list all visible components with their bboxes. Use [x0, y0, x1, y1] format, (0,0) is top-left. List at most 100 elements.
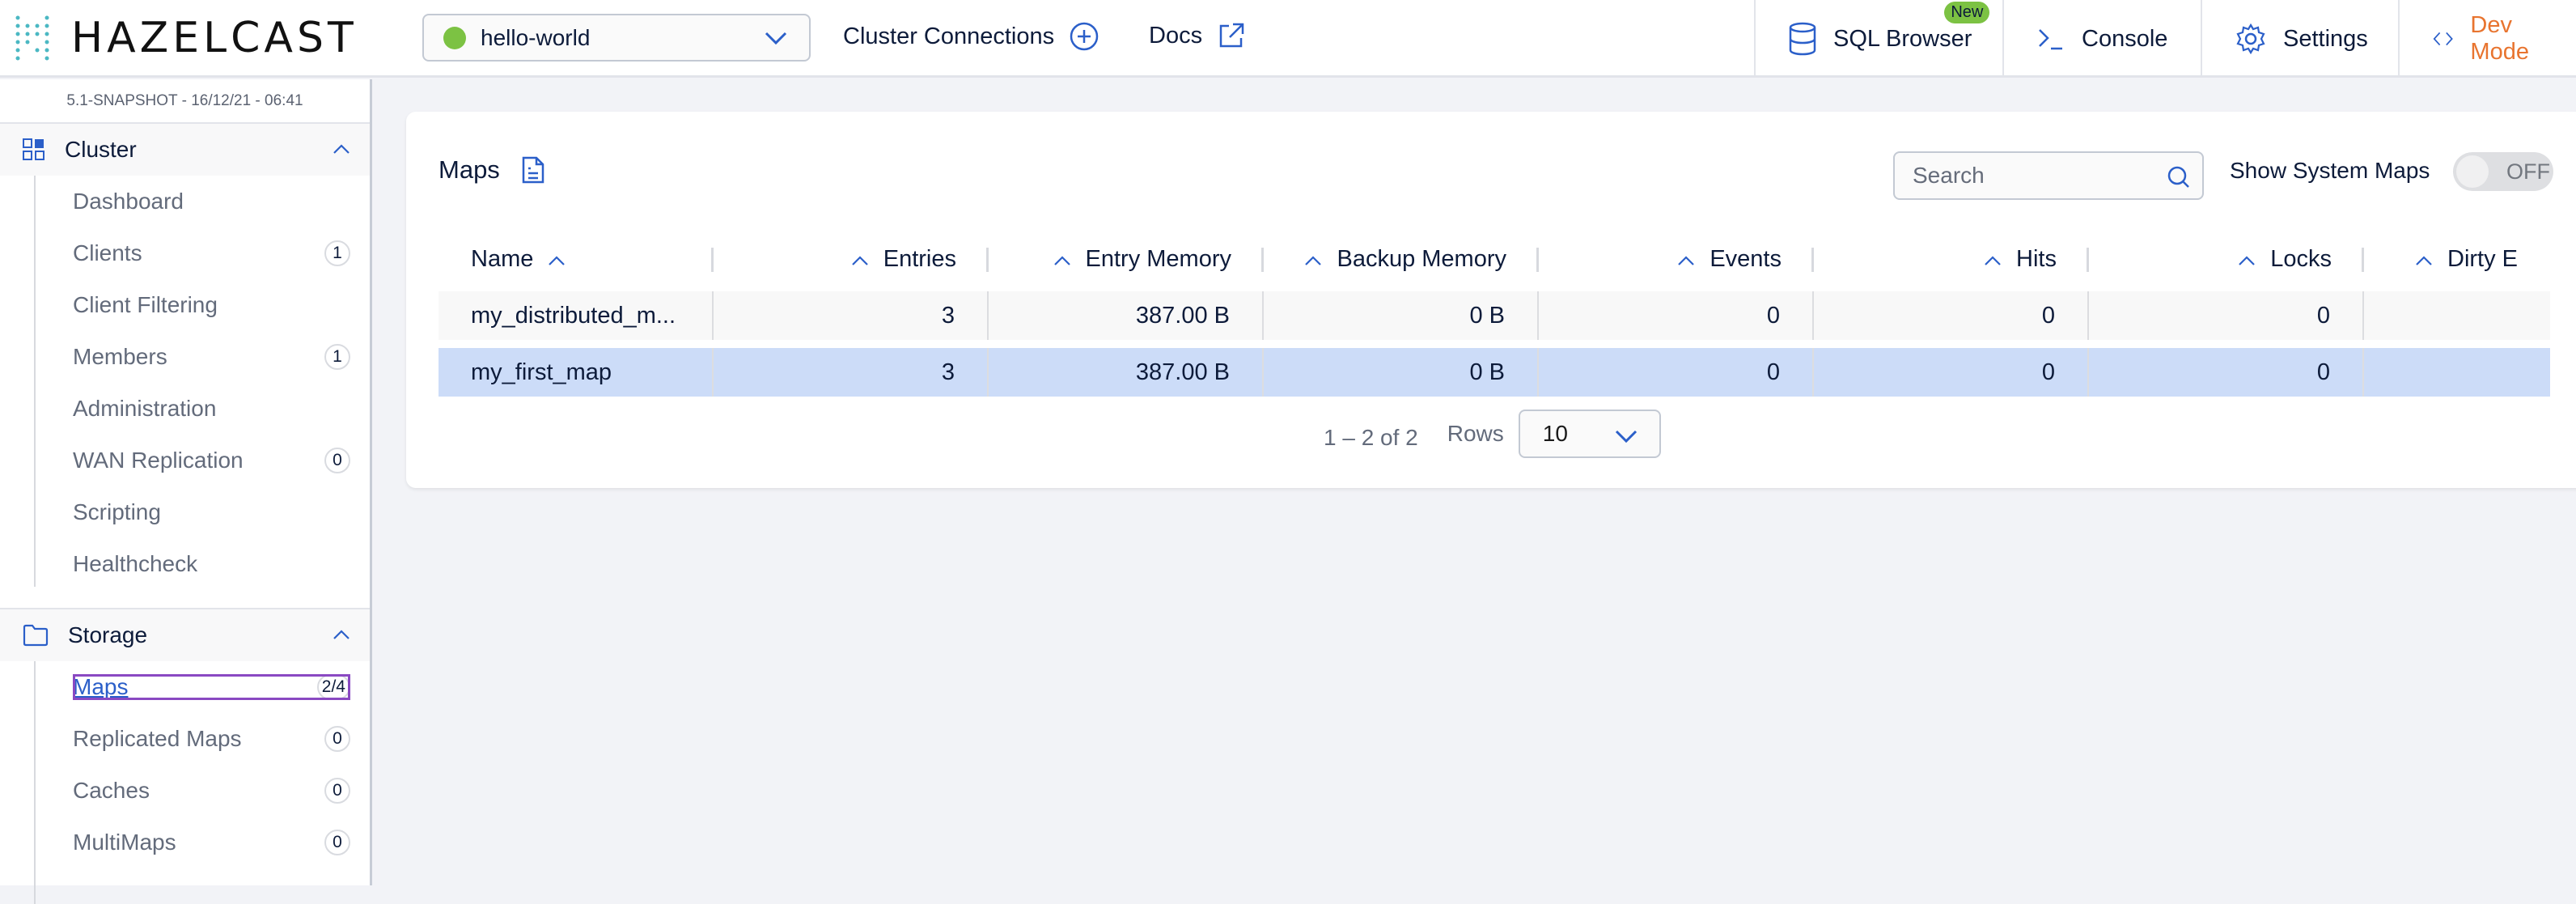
brand-logo[interactable]: HAZELCAST [11, 13, 358, 63]
sidebar-item-administration[interactable]: Administration [73, 383, 370, 435]
column-header-entries[interactable]: Entries [714, 235, 989, 283]
sql-browser-button[interactable]: SQL Browser New [1754, 0, 2004, 78]
table-cell-dirty-e [2364, 291, 2550, 340]
table-row[interactable]: my_distributed_m... 3 387.00 B0 B000 [439, 291, 2550, 340]
sidebar-item-label: Replicated Maps [73, 726, 242, 751]
hazelcast-logo-icon [15, 15, 49, 61]
sidebar-section-label: Storage [68, 622, 148, 647]
sidebar-item-caches[interactable]: Caches 0 [73, 765, 370, 817]
sidebar-item-members[interactable]: Members 1 [73, 331, 370, 383]
version-label: 5.1-SNAPSHOT - 16/12/21 - 06:41 [0, 79, 370, 124]
sort-ascending-icon [1053, 246, 1071, 273]
sidebar-item-label: WAN Replication [73, 448, 244, 473]
sidebar-section-cluster[interactable]: Cluster [0, 124, 370, 176]
brand-name: HAZELCAST [71, 14, 358, 62]
document-icon[interactable] [521, 155, 545, 185]
chevron-down-icon [765, 32, 787, 45]
sort-ascending-icon [548, 246, 566, 273]
sidebar-item-label: Administration [73, 396, 217, 421]
sql-browser-label: SQL Browser [1833, 25, 1972, 52]
sidebar-item-multimaps[interactable]: MultiMaps 0 [73, 817, 370, 868]
column-header-events[interactable]: Events [1539, 235, 1814, 283]
sidebar-section-label: Cluster [65, 137, 137, 162]
terminal-icon [2039, 29, 2062, 50]
toggle-knob [2456, 155, 2489, 188]
sidebar-item-scripting[interactable]: Scripting [73, 486, 370, 538]
database-icon [1789, 22, 1816, 56]
docs-link[interactable]: Docs [1149, 21, 1246, 50]
console-button[interactable]: Console [2002, 0, 2200, 78]
rows-per-page-value: 10 [1542, 421, 1568, 446]
table-cell-locks: 0 [2089, 291, 2364, 340]
sidebar: 5.1-SNAPSHOT - 16/12/21 - 06:41 Cluster … [0, 79, 372, 904]
dev-mode-button[interactable]: Dev Mode [2398, 0, 2576, 78]
table-cell-events: 0 [1539, 291, 1814, 340]
column-header-backup-memory[interactable]: Backup Memory [1264, 235, 1539, 283]
sidebar-item-replicated-maps[interactable]: Replicated Maps 0 [73, 713, 370, 765]
sort-ascending-icon [1304, 246, 1322, 273]
rows-per-page-select[interactable]: 10 [1518, 410, 1661, 458]
sidebar-item-label: MultiMaps [73, 830, 176, 855]
column-header-dirty-e[interactable]: Dirty E [2364, 235, 2550, 283]
sidebar-item-clients[interactable]: Clients 1 [73, 227, 370, 279]
sort-ascending-icon [1984, 246, 2002, 273]
count-badge: 0 [324, 726, 350, 752]
table-cell-entry-memory: 387.00 B [989, 291, 1264, 340]
column-header-label: Hits [2016, 245, 2057, 272]
column-header-label: Name [471, 245, 534, 272]
pagination-range: 1 – 2 of 2 [1324, 425, 1418, 450]
maps-table: Name Entries Entry Memory Backup Memory Even… [439, 235, 2550, 397]
sidebar-item-dashboard[interactable]: Dashboard [73, 176, 370, 227]
sidebar-item-client-filtering[interactable]: Client Filtering [73, 279, 370, 331]
new-badge: New [1944, 2, 1990, 23]
table-cell-name[interactable]: my_first_map [439, 348, 714, 397]
sidebar-item-label: Client Filtering [73, 292, 218, 317]
cluster-connections-link[interactable]: Cluster Connections [843, 21, 1099, 52]
settings-label: Settings [2283, 25, 2368, 52]
sidebar-item-label: Dashboard [73, 189, 184, 214]
sidebar-item-label: Healthcheck [73, 551, 198, 576]
column-header-label: Locks [2270, 245, 2332, 272]
sidebar-item-label: Caches [73, 778, 150, 803]
count-badge: 0 [324, 778, 350, 804]
page-title-text: Maps [439, 155, 500, 184]
top-bar: HAZELCAST hello-world Cluster Connection… [0, 0, 2576, 78]
focus-outline [73, 674, 350, 700]
chevron-up-icon [333, 630, 350, 639]
sidebar-item-maps[interactable]: Maps 2/4 [73, 661, 370, 713]
cluster-submenu: Dashboard Clients 1 Client Filtering Memb… [0, 176, 370, 590]
table-cell-dirty-e [2364, 348, 2550, 397]
show-system-maps-toggle[interactable]: OFF [2453, 152, 2553, 191]
column-header-label: Events [1710, 245, 1782, 272]
table-header: Name Entries Entry Memory Backup Memory Even… [439, 235, 2550, 283]
table-cell-hits: 0 [1814, 291, 2089, 340]
column-header-label: Entry Memory [1085, 245, 1231, 272]
settings-button[interactable]: Settings [2201, 0, 2400, 78]
sidebar-item-wan-replication[interactable]: WAN Replication 0 [73, 435, 370, 486]
column-header-locks[interactable]: Locks [2089, 235, 2364, 283]
column-header-name[interactable]: Name [439, 235, 714, 283]
sort-ascending-icon [2415, 246, 2433, 273]
page-title: Maps [439, 155, 545, 185]
sidebar-section-storage[interactable]: Storage [0, 609, 370, 661]
column-header-entry-memory[interactable]: Entry Memory [989, 235, 1264, 283]
search-input[interactable] [1913, 163, 2155, 189]
sort-ascending-icon [851, 246, 869, 273]
cluster-selector[interactable]: hello-world [422, 14, 811, 62]
count-badge: 0 [324, 448, 350, 473]
show-system-maps-label: Show System Maps [2230, 158, 2430, 183]
dashboard-grid-icon [23, 138, 44, 160]
table-row[interactable]: my_first_map 3 387.00 B0 B000 [439, 348, 2550, 397]
sidebar-item-label: Members [73, 344, 167, 369]
chevron-up-icon [333, 144, 350, 154]
cluster-connections-label: Cluster Connections [843, 23, 1055, 49]
submenu-rail [34, 661, 36, 904]
table-cell-name[interactable]: my_distributed_m... [439, 291, 714, 340]
sort-ascending-icon [1677, 246, 1695, 273]
sidebar-item-healthcheck[interactable]: Healthcheck [73, 538, 370, 590]
cluster-status-dot [443, 26, 466, 49]
column-header-hits[interactable]: Hits [1814, 235, 2089, 283]
folder-icon [23, 624, 49, 647]
table-cell-locks: 0 [2089, 348, 2364, 397]
search-field[interactable] [1893, 151, 2204, 200]
